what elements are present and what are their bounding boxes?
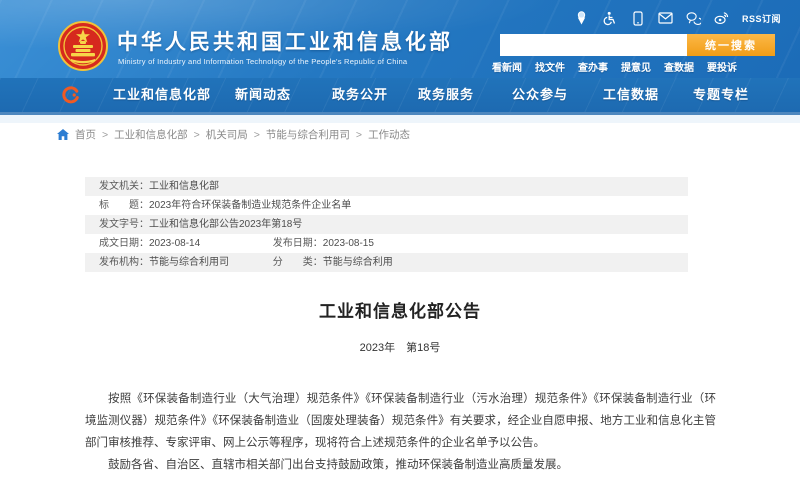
nav-item-gov-services[interactable]: 政务服务 <box>418 78 474 112</box>
article-body: 按照《环保装备制造行业（大气治理）规范条件》《环保装备制造行业（污水治理）规范条… <box>85 388 716 476</box>
quick-link-complaints[interactable]: 要投诉 <box>707 59 737 74</box>
nav-item-news[interactable]: 新闻动态 <box>235 78 291 112</box>
doc-info-value: 工业和信息化部 <box>149 181 219 192</box>
nav-item-miit-data[interactable]: 工信数据 <box>603 78 659 112</box>
utility-icon-bar: RSS订阅 <box>574 9 781 27</box>
doc-info-label: 标 题： <box>99 200 149 211</box>
doc-info-row-publisher-category: 发布机构：节能与综合利用司 分 类：节能与综合利用 <box>85 253 688 272</box>
unified-search-button[interactable]: 统一搜索 <box>687 34 775 56</box>
breadcrumb: 首页 > 工业和信息化部 > 机关司局 > 节能与综合利用司 > 工作动态 <box>57 127 410 142</box>
breadcrumb-miit[interactable]: 工业和信息化部 <box>114 127 188 142</box>
doc-info-value: 节能与综合利用 <box>323 257 393 268</box>
doc-info-value: 节能与综合利用司 <box>149 257 229 268</box>
search-bar: 统一搜索 <box>500 34 775 56</box>
search-input[interactable] <box>500 34 687 56</box>
breadcrumb-separator: > <box>102 129 108 141</box>
mobile-icon[interactable] <box>630 11 645 26</box>
subnav-strip <box>0 115 800 123</box>
quick-link-data[interactable]: 查数据 <box>664 59 694 74</box>
breadcrumb-work-updates: 工作动态 <box>368 127 410 142</box>
screen-reader-icon[interactable] <box>574 11 589 26</box>
breadcrumb-departments[interactable]: 机关司局 <box>206 127 248 142</box>
email-icon[interactable] <box>658 11 673 26</box>
nav-item-special-topics[interactable]: 专题专栏 <box>693 78 749 112</box>
site-title: 中华人民共和国工业和信息化部 <box>117 26 453 56</box>
miit-c-logo-icon <box>62 86 80 104</box>
breadcrumb-separator: > <box>194 129 200 141</box>
nav-item-gov-disclosure[interactable]: 政务公开 <box>332 78 388 112</box>
doc-info-row-issuing-authority: 发文机关：工业和信息化部 <box>85 177 688 196</box>
nav-item-miit-home[interactable]: 工业和信息化部 <box>113 78 211 112</box>
doc-info-label: 成文日期： <box>99 238 149 249</box>
doc-info-value: 工业和信息化部公告2023年第18号 <box>149 219 302 230</box>
breadcrumb-separator: > <box>356 129 362 141</box>
article-title: 工业和信息化部公告 <box>85 297 715 322</box>
article-paragraph: 鼓励各省、自治区、直辖市相关部门出台支持鼓励政策，推动环保装备制造业高质量发展。 <box>85 454 716 476</box>
main-navigation: 工业和信息化部 新闻动态 政务公开 政务服务 公众参与 工信数据 专题专栏 <box>0 78 800 115</box>
doc-info-row-document-number: 发文字号：工业和信息化部公告2023年第18号 <box>85 215 688 234</box>
nav-item-public-participation[interactable]: 公众参与 <box>512 78 568 112</box>
quick-link-news[interactable]: 看新闻 <box>492 59 522 74</box>
doc-info-row-title: 标 题：2023年符合环保装备制造业规范条件企业名单 <box>85 196 688 215</box>
doc-info-value: 2023-08-15 <box>323 238 374 249</box>
doc-info-value: 2023年符合环保装备制造业规范条件企业名单 <box>149 200 351 211</box>
doc-info-label: 发布机构： <box>99 257 149 268</box>
site-header: 中华人民共和国工业和信息化部 Ministry of Industry and … <box>0 0 800 78</box>
article-paragraph: 按照《环保装备制造行业（大气治理）规范条件》《环保装备制造行业（污水治理）规范条… <box>85 388 716 454</box>
wechat-icon[interactable] <box>686 11 701 26</box>
breadcrumb-energy-dept[interactable]: 节能与综合利用司 <box>266 127 350 142</box>
document-info-table: 发文机关：工业和信息化部 标 题：2023年符合环保装备制造业规范条件企业名单 … <box>85 177 688 272</box>
article-issue-number: 2023年 第18号 <box>85 339 715 355</box>
home-icon[interactable] <box>57 129 69 140</box>
weibo-icon[interactable] <box>714 11 729 26</box>
site-title-english: Ministry of Industry and Information Tec… <box>118 57 407 66</box>
quick-link-services[interactable]: 查办事 <box>578 59 608 74</box>
quick-link-documents[interactable]: 找文件 <box>535 59 565 74</box>
quick-links: 看新闻 找文件 查办事 提意见 查数据 要投诉 <box>492 59 737 74</box>
national-emblem-logo <box>58 21 108 71</box>
doc-info-value: 2023-08-14 <box>149 238 200 249</box>
accessibility-icon[interactable] <box>602 11 617 26</box>
doc-info-label: 发布日期： <box>273 238 323 249</box>
doc-info-label: 分 类： <box>273 257 323 268</box>
doc-info-label: 发文字号： <box>99 219 149 230</box>
breadcrumb-home[interactable]: 首页 <box>75 127 96 142</box>
doc-info-label: 发文机关： <box>99 181 149 192</box>
rss-subscribe-link[interactable]: RSS订阅 <box>742 12 781 25</box>
doc-info-row-dates: 成文日期：2023-08-14 发布日期：2023-08-15 <box>85 234 688 253</box>
quick-link-suggestions[interactable]: 提意见 <box>621 59 651 74</box>
breadcrumb-separator: > <box>254 129 260 141</box>
